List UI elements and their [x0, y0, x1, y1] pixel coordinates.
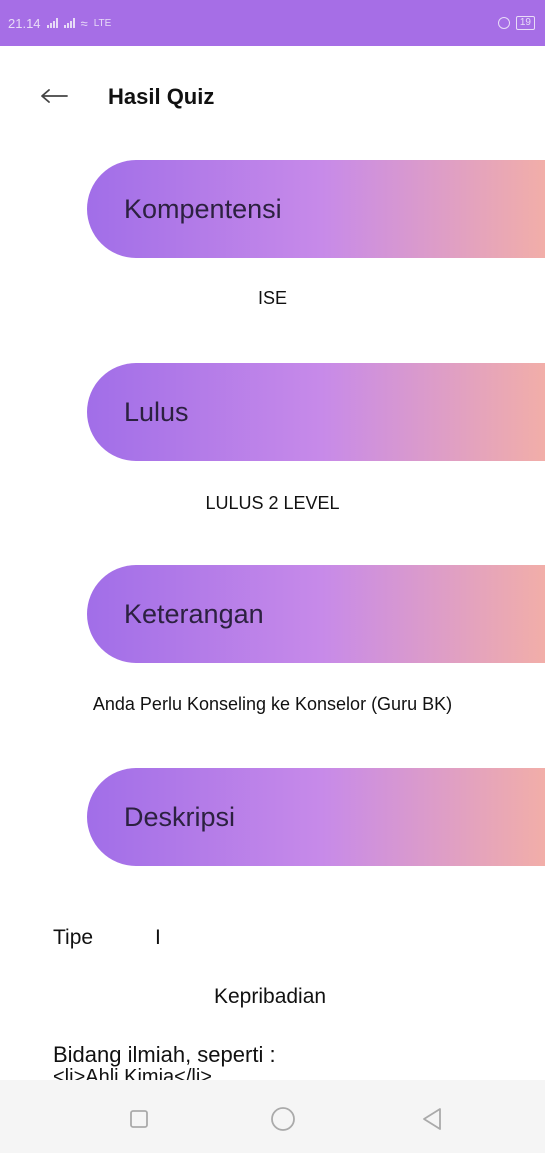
status-right: 19 [497, 16, 535, 30]
triangle-icon [423, 1108, 441, 1130]
section-value-keterangan: Anda Perlu Konseling ke Konselor (Guru B… [92, 694, 453, 714]
wifi-icon: ≈ [80, 15, 88, 31]
section-value-lulus: LULUS 2 LEVEL [205, 493, 340, 513]
battery-icon: 19 [515, 16, 535, 30]
home-button[interactable] [266, 1102, 300, 1136]
section-label: Deskripsi [124, 801, 236, 832]
alarm-icon [497, 17, 510, 29]
status-time: 21.14 [8, 15, 41, 31]
type-value: I [155, 926, 161, 949]
signal-icon-2 [63, 18, 75, 28]
network-type: LTE [93, 17, 112, 29]
page-title: Hasil Quiz [108, 84, 215, 109]
personality-text: Kepribadian [214, 985, 327, 1008]
back-button[interactable] [34, 76, 74, 116]
circle-icon [271, 1107, 295, 1131]
square-icon [130, 1110, 148, 1128]
section-header-lulus: Lulus [87, 363, 545, 461]
section-label: Keterangan [124, 598, 264, 629]
nav-back-button[interactable] [415, 1102, 449, 1136]
section-label: Lulus [124, 396, 189, 427]
section-header-kompetensi: Kompentensi [87, 160, 545, 258]
app-bar: Hasil Quiz [0, 66, 545, 126]
field-line: Bidang ilmiah, seperti : [53, 1042, 276, 1067]
navigation-bar [0, 1080, 545, 1153]
recent-apps-button[interactable] [122, 1102, 156, 1136]
section-header-deskripsi: Deskripsi [87, 768, 545, 866]
status-left: 21.14 ≈ LTE [8, 16, 111, 31]
section-label: Kompentensi [124, 193, 282, 224]
type-label: Tipe [53, 926, 94, 949]
arrow-left-icon [41, 89, 68, 103]
section-header-keterangan: Keterangan [87, 565, 545, 663]
status-bar: 21.14 ≈ LTE 19 [0, 0, 545, 46]
section-value-kompetensi: ISE [257, 288, 287, 308]
signal-icon [46, 18, 58, 28]
